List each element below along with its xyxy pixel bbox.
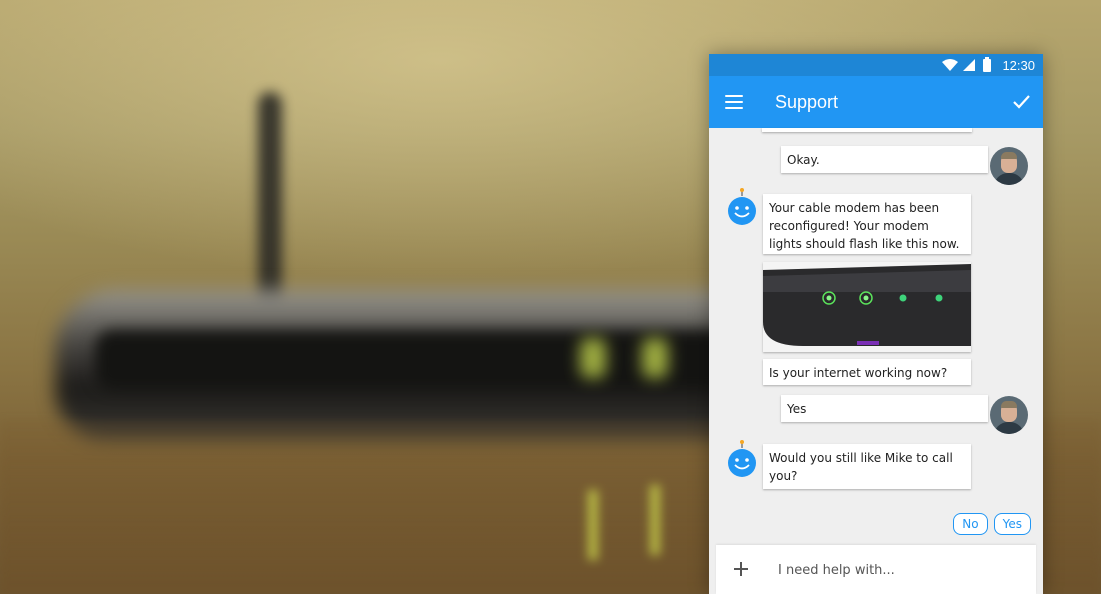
reply-no-button[interactable]: No	[953, 513, 988, 535]
user-message: Yes	[781, 395, 988, 422]
phone-screen: 12:30 Support Okay. Your cable modem has…	[709, 54, 1043, 594]
router-led	[580, 338, 606, 378]
add-attachment-icon[interactable]	[734, 562, 748, 576]
bot-message: Your cable modem has been reconfigured! …	[763, 194, 971, 254]
previous-message-edge	[762, 128, 972, 132]
router-front-panel	[95, 330, 785, 390]
battery-icon	[983, 56, 992, 72]
app-bar: Support	[709, 76, 1043, 128]
check-icon[interactable]	[1011, 92, 1031, 112]
menu-icon[interactable]	[725, 95, 743, 109]
status-time: 12:30	[1002, 57, 1035, 73]
reply-yes-button[interactable]: Yes	[993, 513, 1031, 535]
wifi-icon	[942, 59, 959, 71]
bot-message: Is your internet working now?	[763, 359, 971, 385]
modem-illustration	[763, 262, 971, 352]
signal-icon	[963, 59, 976, 71]
quick-replies: No Yes	[953, 513, 1031, 535]
user-message: Okay.	[781, 146, 988, 173]
bot-avatar-icon	[728, 440, 756, 477]
page-title: Support	[775, 92, 839, 112]
user-avatar	[990, 147, 1028, 185]
led-reflection	[650, 485, 660, 555]
router-antenna	[258, 92, 282, 322]
modem-lights-image	[763, 262, 971, 352]
message-input[interactable]	[778, 559, 1018, 581]
chat-thread: Okay. Your cable modem has been reconfig…	[709, 128, 1043, 528]
bot-message: Would you still like Mike to call you?	[763, 444, 971, 489]
user-avatar	[990, 396, 1028, 434]
status-bar: 12:30	[709, 54, 1043, 76]
router-led	[642, 338, 668, 378]
led-reflection	[588, 490, 598, 560]
composer-bar	[716, 545, 1036, 594]
bot-avatar-icon	[728, 188, 756, 225]
